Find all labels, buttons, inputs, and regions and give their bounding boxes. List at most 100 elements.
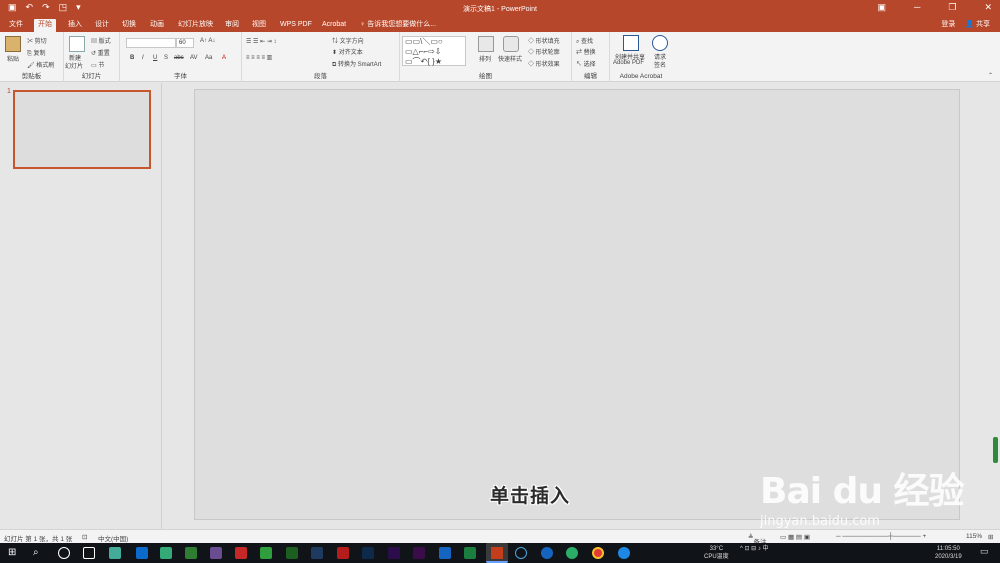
after-effects-icon[interactable] xyxy=(388,547,400,559)
bold-button[interactable]: B xyxy=(130,55,134,61)
group-label: Adobe Acrobat xyxy=(619,73,663,80)
share-button[interactable]: 👤 共享 xyxy=(965,19,990,31)
shape-fill-button[interactable]: ◇ 形状填充 xyxy=(528,36,560,45)
select-button[interactable]: ↖ 选择 xyxy=(576,59,596,68)
language-indicator[interactable]: 中文(中国) xyxy=(98,533,128,543)
find-button[interactable]: ⌕ 查找 xyxy=(576,36,593,46)
app-icon-1[interactable] xyxy=(109,547,121,559)
align-icons[interactable]: ≡ ≡ ≡ ≡ ▥ xyxy=(246,54,272,61)
app-icon-8[interactable] xyxy=(541,547,553,559)
strikethrough-button[interactable]: abc xyxy=(174,55,184,61)
task-view-icon[interactable] xyxy=(83,547,95,559)
slide-canvas[interactable]: 单击插入 xyxy=(194,89,960,520)
dreamweaver-icon[interactable] xyxy=(286,547,298,559)
copy-button[interactable]: ⎘ 复制 xyxy=(27,48,45,58)
windows-start-icon[interactable]: ⊞ xyxy=(8,547,20,559)
tab-review[interactable]: 审阅 xyxy=(221,19,243,32)
create-pdf-icon[interactable] xyxy=(623,35,639,51)
photoshop-icon[interactable] xyxy=(362,547,374,559)
section-button[interactable]: ▭ 节 xyxy=(91,60,104,69)
bullets-icon[interactable]: ☰ ☰ ⇤ ⇥ ↕ xyxy=(246,38,276,45)
request-sign-label2[interactable]: 签名 xyxy=(654,60,666,69)
clock[interactable]: 11:05:50 2020/3/19 xyxy=(935,545,962,561)
filezilla-icon[interactable] xyxy=(235,547,247,559)
app-icon-4[interactable] xyxy=(185,547,197,559)
underline-button[interactable]: U xyxy=(153,55,157,61)
replace-button[interactable]: ⇄ 替换 xyxy=(576,47,596,56)
tab-slideshow[interactable]: 幻灯片放映 xyxy=(174,19,217,32)
fit-slide-icon[interactable]: ⊞ xyxy=(988,533,993,541)
wechat-icon[interactable] xyxy=(566,547,578,559)
font-size-input[interactable]: 60 xyxy=(176,38,194,48)
new-slide-icon[interactable] xyxy=(69,36,85,52)
close-button[interactable]: ✕ xyxy=(984,2,992,13)
word-icon[interactable] xyxy=(439,547,451,559)
tell-me-box[interactable]: ♀ 告诉我您想要做什么... xyxy=(360,19,436,31)
change-case-button[interactable]: Aa xyxy=(205,55,212,61)
quick-styles-icon[interactable] xyxy=(503,36,519,52)
ribbon-options-icon[interactable]: ▣ xyxy=(877,2,886,13)
shape-effects-button[interactable]: ◇ 形状效果 xyxy=(528,59,560,68)
shadow-button[interactable]: S xyxy=(164,55,168,61)
premiere-icon[interactable] xyxy=(413,547,425,559)
excel-icon[interactable] xyxy=(464,547,476,559)
shape-outline-button[interactable]: ◇ 形状轮廓 xyxy=(528,47,560,56)
tab-file[interactable]: 文件 xyxy=(5,19,27,32)
tab-acrobat[interactable]: Acrobat xyxy=(318,19,350,32)
arrange-button[interactable]: 排列 xyxy=(479,54,491,63)
font-color-button[interactable]: A xyxy=(222,55,226,61)
lightroom-icon[interactable] xyxy=(311,547,323,559)
group-label: 剪贴板 xyxy=(21,73,42,80)
font-grow-icon[interactable]: A↑ A↓ xyxy=(200,38,215,44)
collapse-ribbon-icon[interactable]: ⌃ xyxy=(988,72,993,79)
tab-home[interactable]: 开始 xyxy=(34,19,56,32)
restore-button[interactable]: ❐ xyxy=(948,2,956,13)
scrollbar-thumb[interactable] xyxy=(993,437,998,463)
acrobat-icon[interactable] xyxy=(337,547,349,559)
minimize-button[interactable]: ─ xyxy=(914,2,920,13)
char-spacing-button[interactable]: AV xyxy=(190,55,198,61)
layout-button[interactable]: ▤ 版式 xyxy=(91,36,111,45)
paste-icon[interactable] xyxy=(5,36,21,52)
cortana-icon[interactable] xyxy=(58,547,70,559)
notifications-icon[interactable]: ▭ xyxy=(980,547,989,556)
request-sign-icon[interactable] xyxy=(652,35,668,51)
paste-button[interactable]: 粘贴 xyxy=(7,54,19,63)
zoom-slider[interactable]: ─ ──────────┼────── + xyxy=(836,533,926,540)
search-icon[interactable]: ⌕ xyxy=(33,547,45,559)
login-link[interactable]: 登录 xyxy=(941,19,955,31)
app-icon-3[interactable] xyxy=(160,547,172,559)
smartart-button[interactable]: ⧉ 转换为 SmartArt xyxy=(332,59,381,69)
app-icon-7[interactable] xyxy=(515,547,527,559)
tab-design[interactable]: 设计 xyxy=(91,19,113,32)
view-buttons[interactable]: ▭ ▦ ▤ ▣ xyxy=(780,533,810,541)
format-painter-button[interactable]: 🖌 格式刷 xyxy=(27,60,54,69)
align-text-button[interactable]: ⬍ 对齐文本 xyxy=(332,47,363,56)
tab-view[interactable]: 视图 xyxy=(248,19,270,32)
font-name-input[interactable] xyxy=(126,38,176,48)
tray-icons[interactable]: ^ ⊡ ⊟ ♪ 中 xyxy=(740,545,769,553)
new-slide-label2[interactable]: 幻灯片 xyxy=(65,61,83,70)
italic-button[interactable]: I xyxy=(142,55,144,61)
tab-wps-pdf[interactable]: WPS PDF xyxy=(276,19,316,32)
tab-insert[interactable]: 插入 xyxy=(64,19,86,32)
shapes-gallery[interactable]: ▭▭\＼▭○ ▭△⌐⌐⇨⇩ ▭⌒↶{ }★ xyxy=(402,36,466,66)
app-icon-9[interactable] xyxy=(618,547,630,559)
spellcheck-icon[interactable]: ⊡ xyxy=(82,533,87,541)
quick-styles-button[interactable]: 快速样式 xyxy=(498,54,522,63)
create-pdf-label2[interactable]: Adobe PDF xyxy=(613,60,644,66)
app-icon-6[interactable] xyxy=(260,547,272,559)
cut-button[interactable]: ✂ 剪切 xyxy=(27,36,47,45)
reset-button[interactable]: ↺ 重置 xyxy=(91,48,110,57)
chrome-icon[interactable] xyxy=(592,547,604,559)
app-icon-2[interactable] xyxy=(136,547,148,559)
tab-animations[interactable]: 动画 xyxy=(146,19,168,32)
app-icon-5[interactable] xyxy=(210,547,222,559)
powerpoint-taskbar-button[interactable] xyxy=(486,543,508,563)
tab-transitions[interactable]: 切换 xyxy=(118,19,140,32)
zoom-level[interactable]: 115% xyxy=(966,533,982,540)
notes-button[interactable]: ≜ 备注 xyxy=(748,533,766,546)
arrange-icon[interactable] xyxy=(478,36,494,52)
text-direction-button[interactable]: ⇅ 文字方向 xyxy=(332,36,364,45)
slide-thumbnail[interactable] xyxy=(13,90,151,169)
